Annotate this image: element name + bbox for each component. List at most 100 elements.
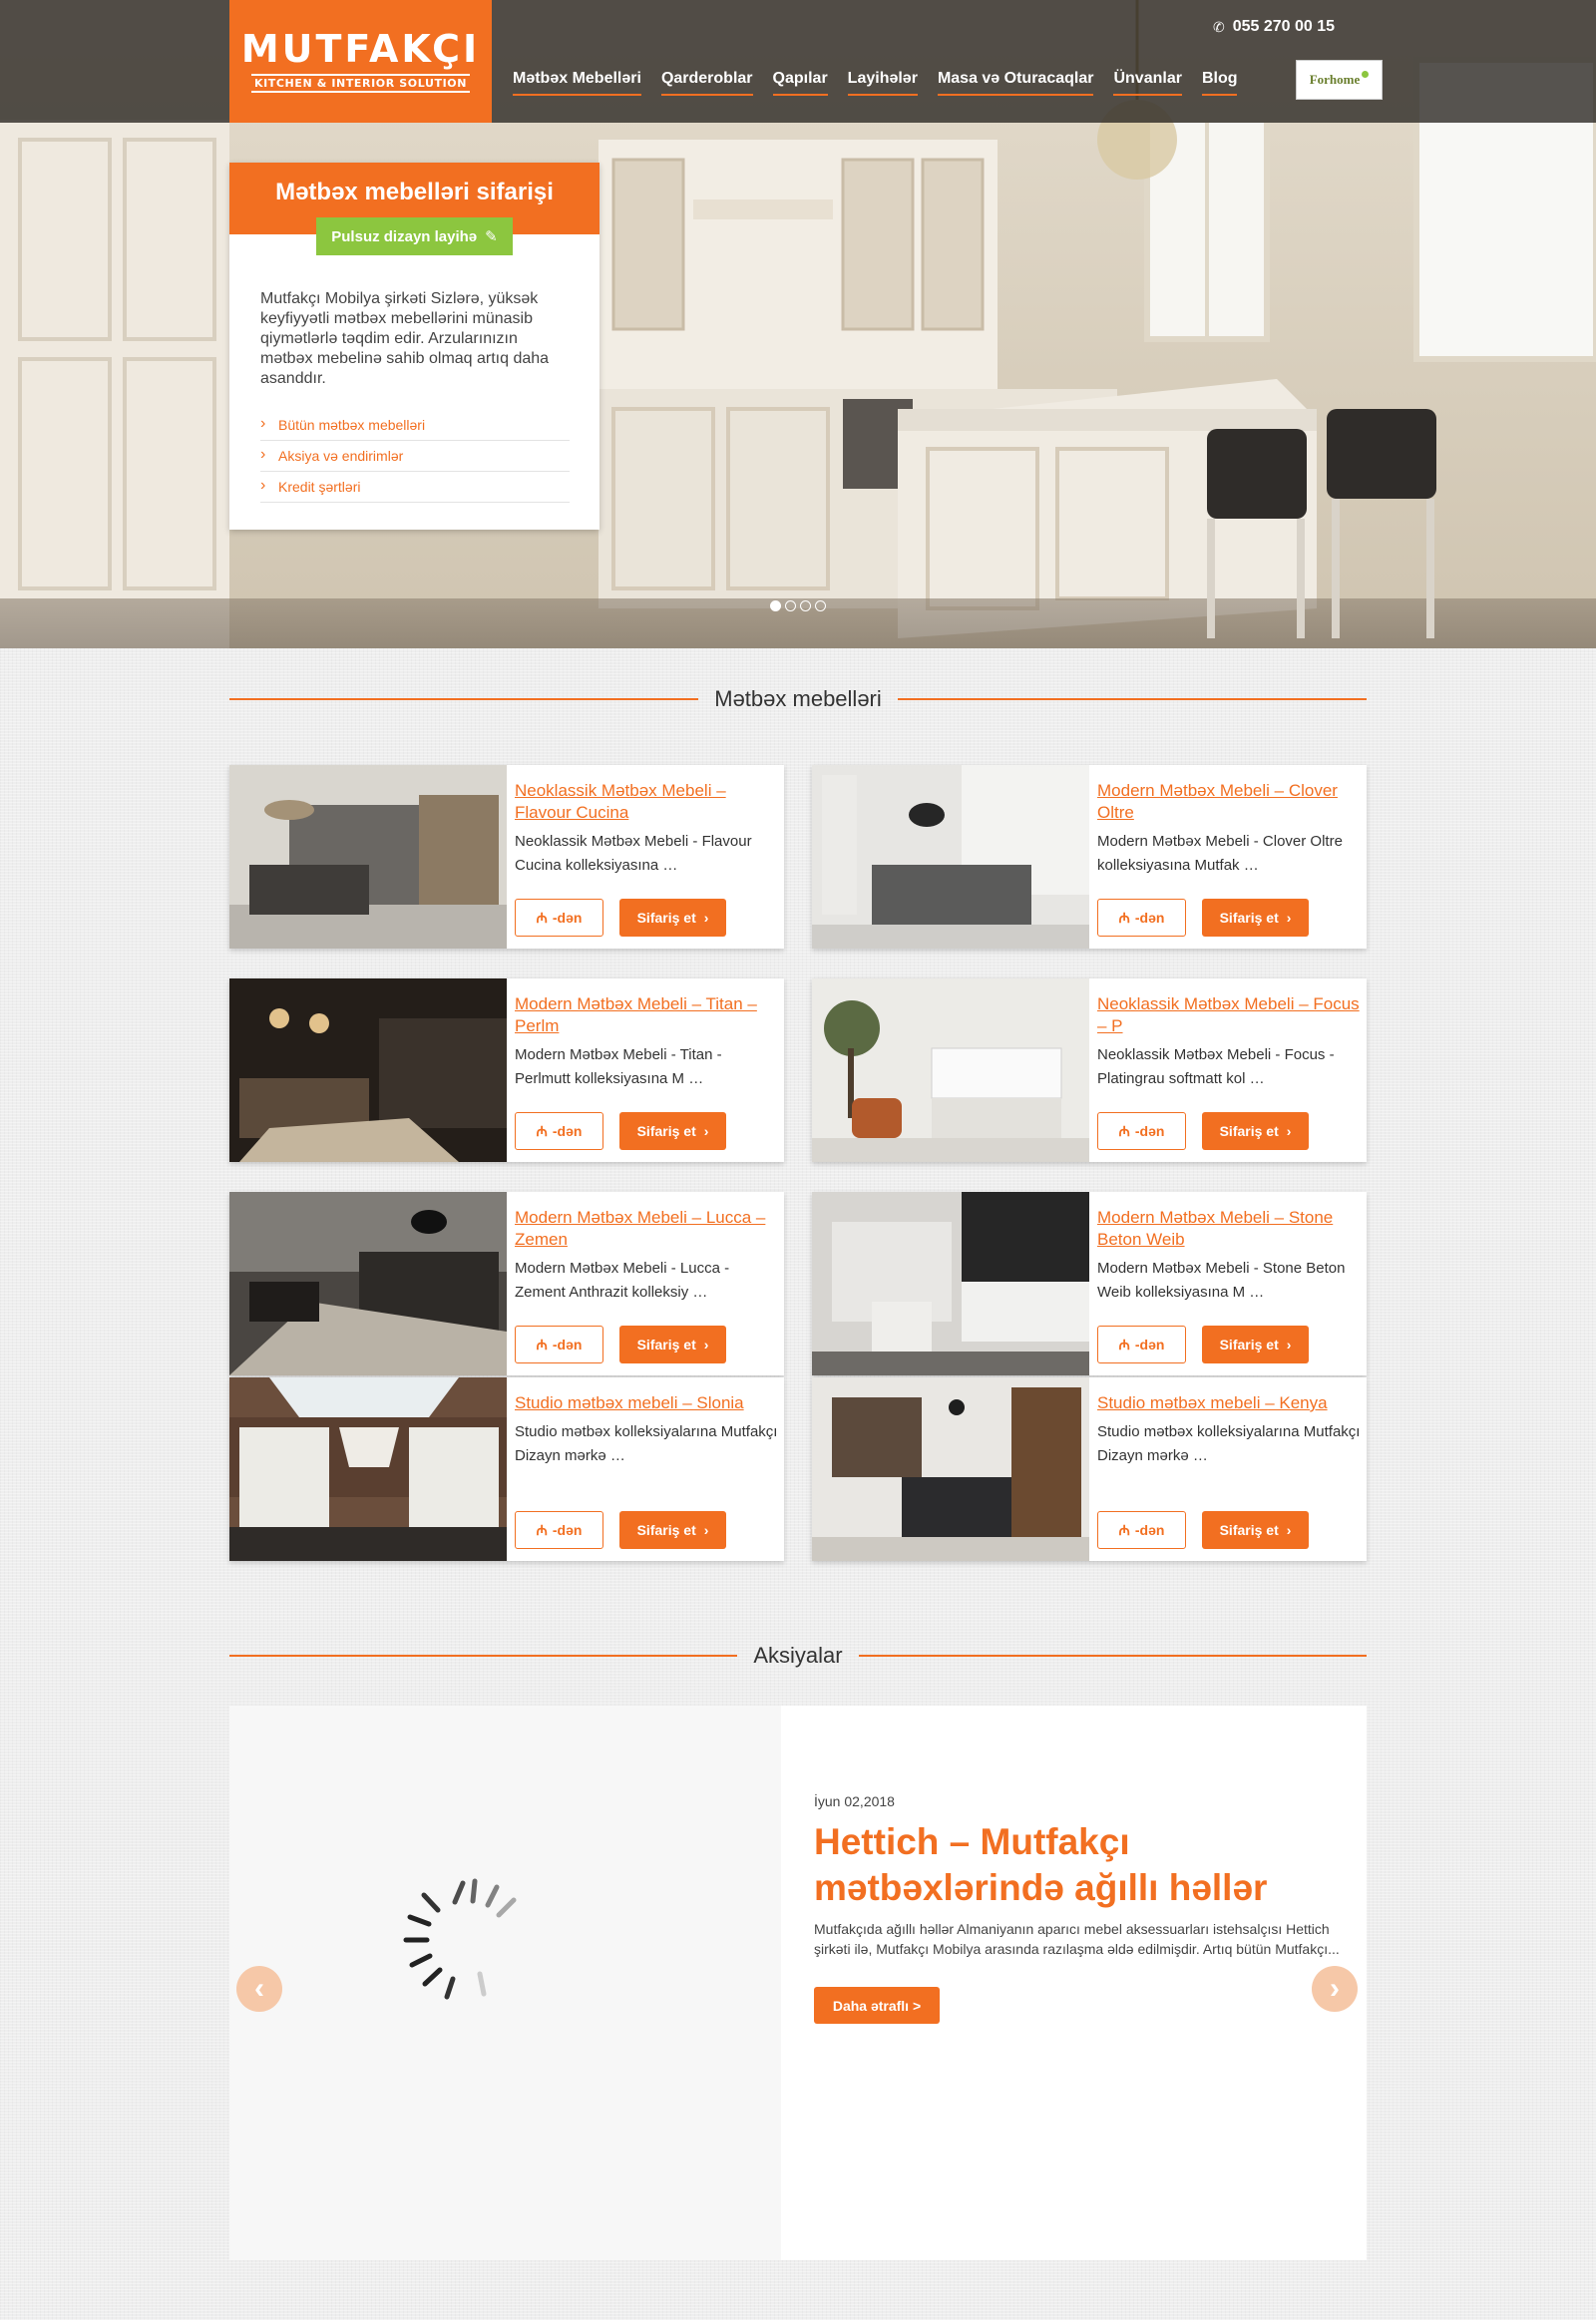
site-logo[interactable]: MUTFAKÇI KITCHEN & INTERIOR SOLUTION [229, 0, 492, 123]
nav-item-doors[interactable]: Qapılar [772, 70, 828, 96]
product-image[interactable] [812, 978, 1089, 1162]
brush-icon: ✎ [485, 228, 498, 245]
price-button[interactable]: ₼ -dən [1097, 1112, 1186, 1150]
product-title[interactable]: Modern Mətbəx Mebeli – Lucca – Zemen [515, 1207, 778, 1251]
chevron-right-icon: › [1286, 1123, 1292, 1139]
link-discounts[interactable]: Aksiya və endirimlər [260, 441, 570, 472]
product-title[interactable]: Neoklassik Mətbəx Mebeli – Flavour Cucin… [515, 780, 778, 824]
order-button[interactable]: Sifariş et › [1202, 1326, 1309, 1363]
price-button[interactable]: ₼ -dən [1097, 899, 1186, 937]
read-more-button[interactable]: Daha ətraflı > [814, 1987, 940, 2024]
price-button[interactable]: ₼ -dən [515, 899, 603, 937]
slider-dots [770, 600, 826, 611]
price-label: -dən [1134, 1522, 1165, 1538]
link-all-kitchens[interactable]: Bütün mətbəx mebelləri [260, 410, 570, 441]
chevron-right-icon[interactable]: › [1312, 1966, 1358, 2012]
divider [229, 698, 699, 700]
order-button[interactable]: Sifariş et › [619, 1511, 726, 1549]
nav-item-projects[interactable]: Layihələr [847, 70, 918, 96]
order-label: Sifariş et [1219, 1337, 1279, 1353]
manat-icon: ₼ [1118, 1521, 1130, 1538]
slider-dot[interactable] [815, 600, 826, 611]
product-image[interactable] [812, 1192, 1089, 1375]
phone-number[interactable]: ✆ 055 270 00 15 [1213, 18, 1335, 36]
slider-dot[interactable] [800, 600, 811, 611]
product-title[interactable]: Studio mətbəx mebeli – Kenya [1097, 1392, 1361, 1414]
chevron-right-icon: › [1286, 910, 1292, 926]
promo-headline: Hettich – Mutfakçı mətbəxlərində ağıllı … [814, 1821, 1268, 1908]
partner-dot-icon [1362, 70, 1370, 78]
product-title[interactable]: Neoklassik Mətbəx Mebeli – Focus – P [1097, 993, 1361, 1037]
product-card[interactable]: Modern Mətbəx Mebeli – Titan – Perlm Mod… [229, 978, 784, 1162]
manat-icon: ₼ [536, 909, 548, 926]
product-title[interactable]: Studio mətbəx mebeli – Slonia [515, 1392, 778, 1414]
nav-item-tables-chairs[interactable]: Masa və Oturacaqlar [937, 70, 1094, 96]
price-button[interactable]: ₼ -dən [515, 1326, 603, 1363]
main-nav: Mətbəx Mebelləri Qarderoblar Qapılar Lay… [513, 70, 1238, 96]
logo-tagline: KITCHEN & INTERIOR SOLUTION [250, 74, 471, 93]
order-button[interactable]: Sifariş et › [619, 899, 726, 937]
price-label: -dən [1134, 1123, 1165, 1139]
product-title[interactable]: Modern Mətbəx Mebeli – Clover Oltre [1097, 780, 1361, 824]
chevron-right-icon: › [703, 910, 709, 926]
manat-icon: ₼ [1118, 1336, 1130, 1353]
manat-icon: ₼ [536, 1521, 548, 1538]
chevron-right-icon: › [703, 1337, 709, 1353]
order-card: Mətbəx mebelləri sifarişi Pulsuz dizayn … [229, 163, 599, 530]
chevron-left-icon[interactable]: ‹ [236, 1966, 282, 2012]
order-button[interactable]: Sifariş et › [1202, 1511, 1309, 1549]
section-title-text: Mətbəx mebelləri [714, 686, 882, 711]
product-title[interactable]: Modern Mətbəx Mebeli – Titan – Perlm [515, 993, 778, 1037]
product-image[interactable] [229, 1192, 507, 1375]
product-card[interactable]: Studio mətbəx mebeli – Kenya Studio mətb… [812, 1377, 1367, 1561]
price-button[interactable]: ₼ -dən [1097, 1326, 1186, 1363]
order-label: Sifariş et [636, 910, 696, 926]
phone-text: 055 270 00 15 [1232, 18, 1336, 35]
promo-slider: İyun 02,2018 Hettich – Mutfakçı mətbəxlə… [229, 1706, 1367, 2260]
order-button[interactable]: Sifariş et › [1202, 899, 1309, 937]
order-card-text: Mutfakçı Mobilya şirkəti Sizlərə, yüksək… [260, 290, 550, 387]
hero-slider: MUTFAKÇI KITCHEN & INTERIOR SOLUTION ✆ 0… [0, 0, 1596, 648]
promo-image [229, 1706, 781, 2260]
order-label: Sifariş et [636, 1337, 696, 1353]
logo-wordmark: MUTFAKÇI [240, 27, 481, 71]
chevron-right-icon: › [1286, 1522, 1292, 1538]
product-card[interactable]: Studio mətbəx mebeli – Slonia Studio mət… [229, 1377, 784, 1561]
partner-logo[interactable]: Forhome [1296, 60, 1383, 100]
manat-icon: ₼ [1118, 909, 1130, 926]
product-image[interactable] [812, 765, 1089, 949]
nav-item-kitchen-furniture[interactable]: Mətbəx Mebelləri [513, 70, 641, 96]
price-label: -dən [552, 1123, 583, 1139]
order-button[interactable]: Sifariş et › [1202, 1112, 1309, 1150]
product-card[interactable]: Modern Mətbəx Mebeli – Clover Oltre Mode… [812, 765, 1367, 949]
product-card[interactable]: Neoklassik Mətbəx Mebeli – Flavour Cucin… [229, 765, 784, 949]
section-title-promotions: Aksiyalar [229, 1643, 1367, 1669]
order-button[interactable]: Sifariş et › [619, 1112, 726, 1150]
nav-item-blog[interactable]: Blog [1201, 70, 1238, 96]
product-image[interactable] [229, 1377, 507, 1561]
slider-dot[interactable] [785, 600, 796, 611]
product-card[interactable]: Neoklassik Mətbəx Mebeli – Focus – P Neo… [812, 978, 1367, 1162]
chevron-right-icon: › [1286, 1337, 1292, 1353]
partner-logo-text: Forhome [1309, 72, 1361, 87]
product-card[interactable]: Modern Mətbəx Mebeli – Stone Beton Weib … [812, 1192, 1367, 1375]
product-desc: Studio mətbəx kolleksiyalarına Mutfakçı … [1097, 1423, 1361, 1464]
price-button[interactable]: ₼ -dən [515, 1511, 603, 1549]
product-image[interactable] [229, 765, 507, 949]
nav-item-wardrobes[interactable]: Qarderoblar [660, 70, 753, 96]
order-button[interactable]: Sifariş et › [619, 1326, 726, 1363]
slider-dot[interactable] [770, 600, 781, 611]
product-title[interactable]: Modern Mətbəx Mebeli – Stone Beton Weib [1097, 1207, 1361, 1251]
chevron-right-icon: › [703, 1522, 709, 1538]
free-design-button[interactable]: Pulsuz dizayn layihə ✎ [316, 217, 513, 255]
link-credit-terms[interactable]: Kredit şərtləri [260, 472, 570, 503]
order-label: Sifariş et [636, 1123, 696, 1139]
price-button[interactable]: ₼ -dən [515, 1112, 603, 1150]
promo-text: Mutfakçıda ağıllı həllər Almaniyanın apa… [814, 1921, 1340, 1957]
order-label: Sifariş et [1219, 1522, 1279, 1538]
price-button[interactable]: ₼ -dən [1097, 1511, 1186, 1549]
product-image[interactable] [812, 1377, 1089, 1561]
product-image[interactable] [229, 978, 507, 1162]
nav-item-addresses[interactable]: Ünvanlar [1113, 70, 1182, 96]
product-card[interactable]: Modern Mətbəx Mebeli – Lucca – Zemen Mod… [229, 1192, 784, 1375]
